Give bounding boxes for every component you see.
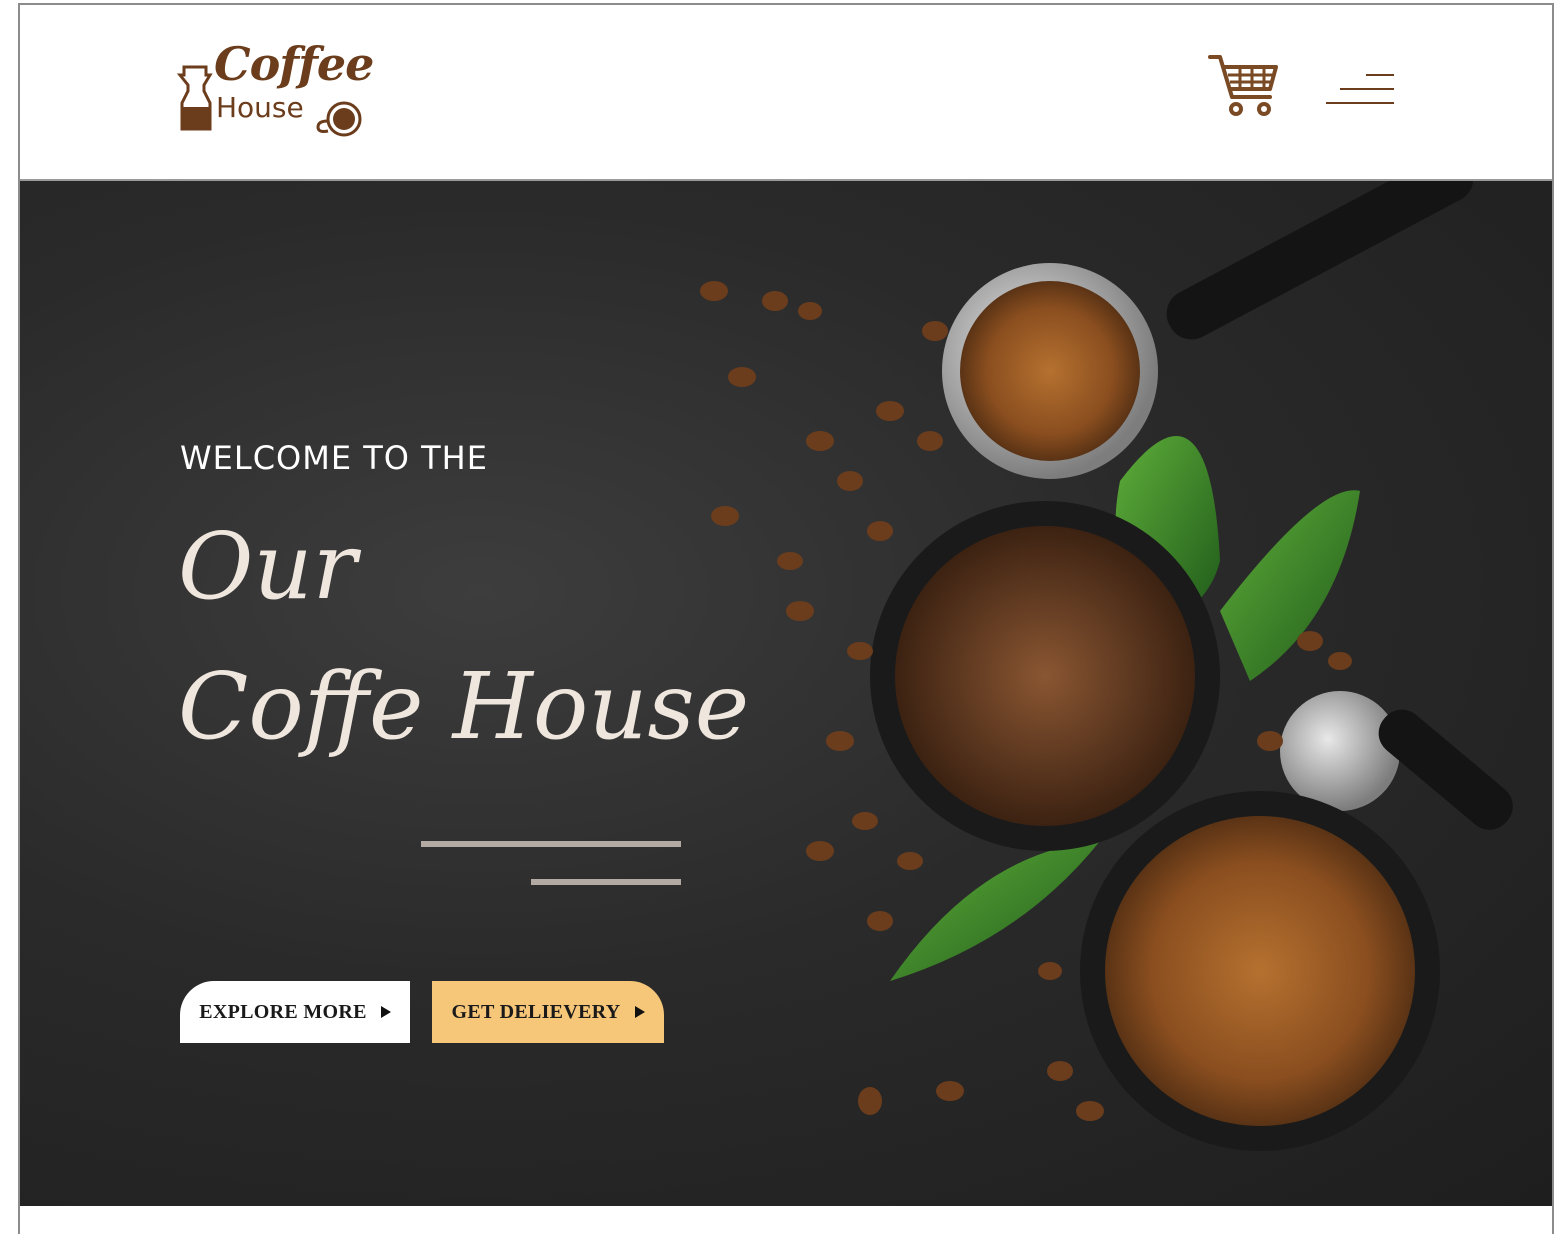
logo-word-house: House	[216, 91, 304, 124]
site-header: Coffee House	[20, 5, 1552, 181]
cart-icon	[1208, 55, 1278, 116]
decorative-line-short	[531, 879, 681, 885]
logo-word-coffee: Coffee	[214, 37, 374, 91]
get-delivery-button[interactable]: GET DELIEVERY	[432, 981, 664, 1043]
page-frame: Coffee House WELCOME TO THE Our Coffe Ho…	[18, 3, 1554, 1234]
hero-section: WELCOME TO THE Our Coffe House EXPLORE M…	[20, 181, 1552, 1206]
play-arrow-icon	[634, 1006, 645, 1018]
explore-more-button[interactable]: EXPLORE MORE	[180, 981, 410, 1043]
hamburger-menu-button[interactable]	[1326, 73, 1396, 107]
hero-title-line2: Coffe House	[178, 653, 750, 760]
coffee-house-logo[interactable]: Coffee House	[176, 37, 374, 137]
play-arrow-icon	[380, 1006, 391, 1018]
explore-more-label: EXPLORE MORE	[199, 1000, 367, 1023]
get-delivery-label: GET DELIEVERY	[451, 1000, 621, 1023]
decorative-line	[421, 841, 681, 847]
hero-title-line1: Our	[178, 513, 357, 620]
cart-button[interactable]	[1208, 53, 1280, 119]
coffee-cup-icon	[316, 101, 362, 137]
hero-welcome-text: WELCOME TO THE	[180, 439, 488, 477]
hamburger-menu-icon	[1326, 74, 1394, 104]
